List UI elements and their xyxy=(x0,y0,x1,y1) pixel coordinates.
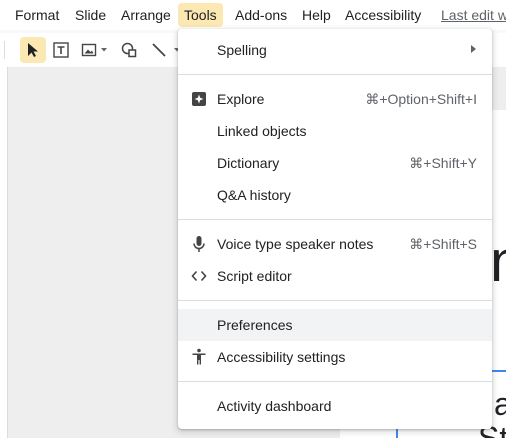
line-button[interactable] xyxy=(146,37,172,63)
last-edit-link[interactable]: Last edit w xyxy=(441,3,506,27)
menu-add-ons[interactable]: Add-ons xyxy=(229,3,293,27)
toolbar-divider xyxy=(4,41,5,59)
menu-item-label: Accessibility settings xyxy=(217,349,346,365)
menu-item-explore[interactable]: Explore ⌘+Option+Shift+I xyxy=(178,83,492,115)
slide-body-text: a xyxy=(494,386,506,422)
menu-divider xyxy=(178,381,492,382)
menu-item-label: Q&A history xyxy=(217,187,291,203)
select-tool-button[interactable] xyxy=(20,37,46,63)
image-icon xyxy=(81,43,96,57)
menu-item-label: Activity dashboard xyxy=(217,398,332,414)
menu-item-accessibility-settings[interactable]: Accessibility settings xyxy=(178,341,492,373)
menu-item-label: Explore xyxy=(217,91,265,107)
menu-item-shortcut: ⌘+Option+Shift+I xyxy=(365,91,477,107)
menu-tools[interactable]: Tools xyxy=(178,3,223,27)
menu-item-spelling[interactable]: Spelling xyxy=(178,34,492,66)
menu-edge-fragment[interactable] xyxy=(0,3,9,27)
shape-icon xyxy=(121,42,137,58)
menu-slide[interactable]: Slide xyxy=(69,3,112,27)
line-icon xyxy=(152,43,166,57)
menu-item-label: Voice type speaker notes xyxy=(217,236,374,252)
menu-item-label: Spelling xyxy=(217,42,267,58)
menu-bar: Format Slide Arrange Tools Add-ons Help … xyxy=(0,0,506,30)
menu-item-preferences[interactable]: Preferences xyxy=(178,309,492,341)
tools-menu: Spelling Explore ⌘+Option+Shift+I Linked… xyxy=(178,29,492,429)
menu-item-voice-type-speaker-notes[interactable]: Voice type speaker notes ⌘+Shift+S xyxy=(178,228,492,260)
left-gutter xyxy=(0,67,8,438)
text-box-button[interactable] xyxy=(48,37,74,63)
chevron-down-icon xyxy=(100,48,107,52)
menu-arrange[interactable]: Arrange xyxy=(115,3,177,27)
menu-divider xyxy=(178,74,492,75)
menu-item-label: Preferences xyxy=(217,317,293,333)
menu-item-activity-dashboard[interactable]: Activity dashboard xyxy=(178,390,492,422)
text-box-icon xyxy=(53,42,69,58)
menu-help[interactable]: Help xyxy=(296,3,337,27)
menu-item-shortcut: ⌘+Shift+Y xyxy=(409,155,477,171)
menu-item-dictionary[interactable]: Dictionary ⌘+Shift+Y xyxy=(178,147,492,179)
menu-accessibility[interactable]: Accessibility xyxy=(339,3,427,27)
menu-item-label: Dictionary xyxy=(217,155,280,171)
menu-divider xyxy=(178,300,492,301)
menu-item-linked-objects[interactable]: Linked objects xyxy=(178,115,492,147)
slide-title-text: n xyxy=(490,228,506,295)
code-icon xyxy=(190,267,208,285)
menu-item-shortcut: ⌘+Shift+S xyxy=(409,236,477,252)
accessibility-icon xyxy=(190,348,208,366)
menu-format[interactable]: Format xyxy=(9,3,65,27)
explore-icon xyxy=(190,90,208,108)
menu-item-qa-history[interactable]: Q&A history xyxy=(178,179,492,211)
submenu-arrow-icon xyxy=(471,45,476,53)
shape-button[interactable] xyxy=(116,37,142,63)
menu-item-label: Linked objects xyxy=(217,123,307,139)
menu-item-label: Script editor xyxy=(217,268,292,284)
microphone-icon xyxy=(190,235,208,253)
menu-divider xyxy=(178,219,492,220)
cursor-icon xyxy=(28,43,38,57)
menu-item-script-editor[interactable]: Script editor xyxy=(178,260,492,292)
insert-image-button[interactable] xyxy=(78,37,110,63)
